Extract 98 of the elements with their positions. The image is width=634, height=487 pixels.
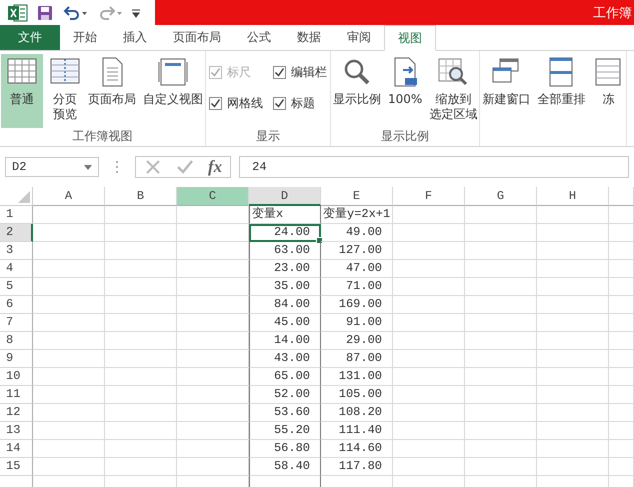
table-cell[interactable]: 169.00 [321, 296, 393, 314]
table-cell[interactable]: 131.00 [321, 368, 393, 386]
view-button[interactable]: 缩放到 选定区域 [428, 54, 478, 128]
row-header[interactable]: 7 [0, 314, 33, 332]
ribbon-tab[interactable]: 页面布局 [160, 25, 234, 50]
row-header[interactable]: 8 [0, 332, 33, 350]
column-header[interactable]: D [249, 187, 321, 206]
group-label: 显示比例 [380, 128, 430, 145]
table-cell[interactable]: 47.00 [321, 260, 393, 278]
row-header[interactable]: 3 [0, 242, 33, 260]
table-cell[interactable]: 127.00 [321, 242, 393, 260]
row-header[interactable]: 2 [0, 224, 33, 242]
table-cell[interactable]: 63.00 [249, 242, 321, 260]
table-cell[interactable]: 71.00 [321, 278, 393, 296]
select-all-button[interactable] [0, 187, 33, 206]
table-cell[interactable]: 87.00 [321, 350, 393, 368]
view-button[interactable]: 自定义视图 [142, 54, 204, 128]
table-cell[interactable]: 49.00 [321, 224, 393, 242]
table-cell[interactable]: 117.80 [321, 458, 393, 476]
table-cell[interactable]: 105.00 [321, 386, 393, 404]
view-button[interactable]: 100% [387, 54, 424, 128]
dropdown-icon[interactable] [84, 164, 92, 170]
checkbox[interactable] [273, 97, 286, 110]
table-cell[interactable]: 14.00 [249, 332, 321, 350]
row-header[interactable]: 4 [0, 260, 33, 278]
table-cell[interactable]: 45.00 [249, 314, 321, 332]
checkbox-option[interactable]: 编辑栏 [273, 64, 327, 81]
check-icon[interactable] [176, 158, 194, 176]
table-cell[interactable]: 29.00 [321, 332, 393, 350]
ribbon-tab[interactable]: 审阅 [334, 25, 384, 50]
file-tab[interactable]: 文件 [0, 25, 60, 50]
table-cell[interactable]: 114.60 [321, 440, 393, 458]
table-cell[interactable]: 84.00 [249, 296, 321, 314]
formula-field[interactable]: 24 [239, 156, 629, 178]
checkbox-option[interactable]: 网格线 [209, 95, 263, 112]
column-header[interactable]: C [177, 187, 249, 206]
table-cell[interactable]: 55.20 [249, 422, 321, 440]
row-header[interactable]: 11 [0, 386, 33, 404]
row-header[interactable]: 14 [0, 440, 33, 458]
row-header[interactable]: 13 [0, 422, 33, 440]
insert-function-button[interactable]: fx [208, 157, 222, 177]
table-cell[interactable]: 43.00 [249, 350, 321, 368]
undo-icon[interactable] [62, 4, 88, 20]
ribbon-tab[interactable]: 数据 [284, 25, 334, 50]
column-header[interactable]: G [465, 187, 537, 206]
row-header[interactable]: 12 [0, 404, 33, 422]
ribbon-tab[interactable]: 插入 [110, 25, 160, 50]
view-button[interactable]: 全部重排 [536, 54, 586, 146]
table-cell[interactable]: 变量y=2x+1 [321, 206, 393, 224]
table-cell[interactable]: 65.00 [249, 368, 321, 386]
view-button[interactable]: 冻 [591, 54, 626, 146]
view-button[interactable]: 普通 [1, 54, 43, 128]
table-cell[interactable]: 35.00 [249, 278, 321, 296]
table-cell[interactable]: 111.40 [321, 422, 393, 440]
column-header[interactable]: B [105, 187, 177, 206]
ribbon-tab[interactable]: 视图 [384, 25, 436, 51]
column-header[interactable]: A [33, 187, 105, 206]
table-cell[interactable]: 52.00 [249, 386, 321, 404]
column-header[interactable] [609, 187, 634, 206]
checkbox-option[interactable]: 标题 [273, 95, 327, 112]
view-button[interactable]: 新建窗口 [481, 54, 532, 146]
row-header[interactable]: 15 [0, 458, 33, 476]
row-header[interactable]: 10 [0, 368, 33, 386]
row-header[interactable]: 5 [0, 278, 33, 296]
table-cell[interactable]: 变量x [249, 206, 321, 224]
window-title: 工作簿 [593, 4, 633, 22]
frame-icon [157, 56, 189, 88]
checkbox[interactable] [209, 97, 222, 110]
table-cell[interactable]: 91.00 [321, 314, 393, 332]
checkbox[interactable] [273, 66, 286, 79]
table-cell[interactable]: 53.60 [249, 404, 321, 422]
redo-icon[interactable] [97, 4, 123, 20]
table-cell[interactable]: 108.20 [321, 404, 393, 422]
group-label: 显示 [255, 128, 281, 145]
table-cell[interactable]: 56.80 [249, 440, 321, 458]
ribbon-tab[interactable]: 公式 [234, 25, 284, 50]
table-cell[interactable]: 23.00 [249, 260, 321, 278]
column-header[interactable]: E [321, 187, 393, 206]
grid-magnifier-icon [437, 56, 470, 88]
triangle-icon [18, 191, 30, 203]
group-label: 工作簿视图 [72, 128, 134, 145]
column-header[interactable]: F [393, 187, 465, 206]
view-button[interactable]: 显示比例 [332, 54, 382, 128]
customize-menu-icon[interactable] [132, 8, 140, 18]
save-icon[interactable] [37, 4, 53, 20]
fill-handle[interactable] [316, 237, 323, 244]
grip-icon [115, 160, 119, 174]
row-header[interactable]: 9 [0, 350, 33, 368]
view-button[interactable]: 页面布局 [87, 54, 137, 128]
ribbon-tab[interactable]: 开始 [60, 25, 110, 50]
active-cell[interactable]: 24.00 [249, 224, 321, 242]
row-header[interactable]: 6 [0, 296, 33, 314]
table-cell[interactable]: 58.40 [249, 458, 321, 476]
name-box[interactable]: D2 [5, 157, 99, 177]
excel-logo-icon[interactable] [8, 4, 28, 22]
view-button[interactable]: 分页 预览 [48, 54, 82, 128]
column-header[interactable]: H [537, 187, 609, 206]
cancel-icon[interactable] [144, 158, 162, 176]
